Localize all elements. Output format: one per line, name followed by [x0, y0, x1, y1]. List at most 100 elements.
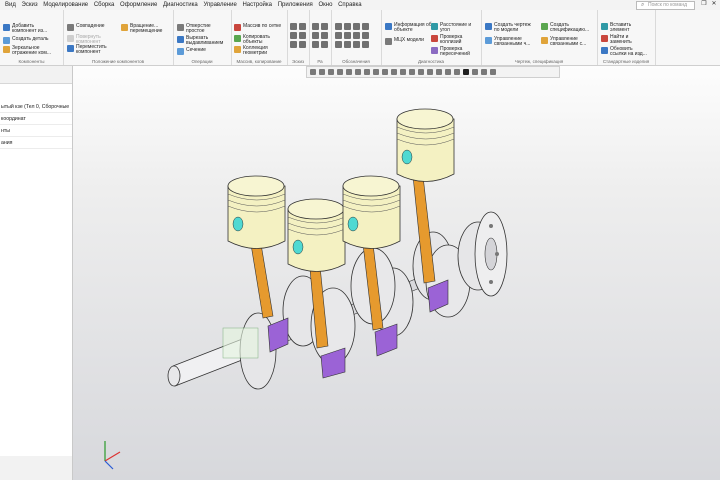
annotation-tool-icon[interactable]: [362, 32, 369, 39]
object-info-button[interactable]: Информация об объекте: [385, 23, 432, 33]
ra-tool-icon[interactable]: [321, 41, 328, 48]
annotation-tool-icon[interactable]: [344, 23, 351, 30]
coincidence-button[interactable]: Совпадение: [67, 24, 105, 31]
section-button[interactable]: Сечение: [177, 48, 206, 55]
sketch-tool-icon[interactable]: [290, 32, 297, 39]
ra-tool-icon[interactable]: [321, 32, 328, 39]
3d-viewport[interactable]: [73, 66, 720, 480]
annotation-tool-icon[interactable]: [353, 41, 360, 48]
group-title-diagnostics: Диагностика: [417, 59, 445, 64]
mirror-component-button[interactable]: Зеркальное отражение ком...: [3, 46, 51, 56]
annotation-tool-icon[interactable]: [335, 23, 342, 30]
group-ra: Ра: [309, 10, 332, 65]
ra-tool-icon[interactable]: [312, 41, 319, 48]
intersection-check-button[interactable]: Проверка пересечений: [431, 47, 470, 57]
create-part-icon: [3, 37, 10, 44]
find-replace-button[interactable]: Найти и заменить: [601, 35, 632, 45]
sketch-tool-icon[interactable]: [299, 23, 306, 30]
crankshaft-assembly-model[interactable]: [73, 66, 720, 480]
annotation-tool-icon[interactable]: [335, 41, 342, 48]
distance-angle-button[interactable]: Расстояние и угол: [431, 23, 471, 33]
copy-objects-button[interactable]: Копировать объекты: [234, 35, 270, 45]
mass-properties-button[interactable]: МЦХ модели: [385, 38, 424, 45]
group-title-operations: Операции: [191, 59, 213, 64]
model-tree: ытый кзе (Тел 0, Сборочные координат нты…: [0, 84, 72, 456]
restore-icon[interactable]: ❐: [700, 0, 708, 9]
search-icon: ⌕: [641, 2, 645, 8]
command-search-input[interactable]: ⌕ Поиск по команд: [636, 1, 695, 10]
group-diagnostics: Информация об объекте МЦХ модели Расстоя…: [381, 10, 482, 65]
ra-tool-icon[interactable]: [321, 23, 328, 30]
tree-item-assembly[interactable]: ытый кзе (Тел 0, Сборочные: [0, 101, 72, 113]
close-icon[interactable]: ✕: [710, 0, 718, 9]
sketch-tool-icon[interactable]: [290, 41, 297, 48]
cut-extrude-button[interactable]: Вырезать выдавливанием: [177, 36, 223, 46]
menu-view[interactable]: Вид: [3, 0, 18, 10]
manage-specifications-button[interactable]: Управление связанными с...: [541, 37, 586, 47]
tree-item-components[interactable]: нты: [0, 125, 72, 137]
annotation-tool-icon[interactable]: [353, 23, 360, 30]
menu-diagnostics[interactable]: Диагностика: [161, 0, 200, 10]
piston-3[interactable]: [342, 175, 401, 249]
group-sketch: Эскиз: [287, 10, 310, 65]
move-component-button[interactable]: Переместить компонент: [67, 45, 107, 55]
create-part-button[interactable]: Создать деталь: [3, 37, 48, 44]
menu-bar: Вид Эскиз Моделирование Сборка Оформлени…: [0, 0, 720, 10]
tree-item-coordinates[interactable]: координат: [0, 113, 72, 125]
find-replace-icon: [601, 35, 608, 42]
piston-1[interactable]: [227, 175, 286, 249]
sketch-tool-icon[interactable]: [299, 41, 306, 48]
menu-help[interactable]: Справка: [336, 0, 364, 10]
insert-icon: [601, 23, 608, 30]
manage-drawings-button[interactable]: Управление связанными ч...: [485, 37, 530, 47]
add-component-button[interactable]: Добавить компонент из...: [3, 24, 47, 34]
copy-icon: [234, 35, 241, 42]
collision-check-button[interactable]: Проверка коллизий: [431, 35, 462, 45]
piston-4[interactable]: [396, 108, 455, 182]
grid-array-button[interactable]: Массив по сетке: [234, 24, 281, 31]
sketch-tool-icon[interactable]: [299, 32, 306, 39]
annotation-tool-icon[interactable]: [344, 41, 351, 48]
annotation-tool-icon[interactable]: [362, 23, 369, 30]
insert-element-button[interactable]: Вставить элемент: [601, 23, 631, 33]
piston-2[interactable]: [287, 198, 346, 272]
rotation-icon: [121, 24, 128, 31]
menu-modeling[interactable]: Моделирование: [41, 0, 90, 10]
info-icon: [385, 23, 392, 30]
menu-sketch[interactable]: Эскиз: [20, 0, 40, 10]
group-title-position: Положение компонентов: [92, 59, 144, 64]
group-title-standard: Стандартные изделия: [602, 59, 650, 64]
sketch-tool-icon[interactable]: [290, 23, 297, 30]
menu-management[interactable]: Управление: [201, 0, 238, 10]
create-specification-button[interactable]: Создать спецификацию...: [541, 23, 589, 33]
create-drawing-button[interactable]: Создать чертеж по модели: [485, 23, 531, 33]
group-copy: Массив по сетке Копировать объекты Колле…: [231, 10, 288, 65]
geometry-collection-button[interactable]: Коллекция геометрии: [234, 46, 268, 56]
menu-drafting[interactable]: Оформление: [118, 0, 159, 10]
collection-icon: [234, 46, 241, 53]
ra-tools: [312, 23, 328, 48]
section-icon: [177, 48, 184, 55]
distance-icon: [431, 23, 438, 30]
ra-tool-icon[interactable]: [312, 32, 319, 39]
group-title-annotations: Обозначения: [342, 59, 370, 64]
rotation-move-button[interactable]: Вращение... перемещение: [121, 24, 162, 34]
rotate-component-button[interactable]: Повернуть компонент: [67, 35, 101, 45]
annotation-tool-icon[interactable]: [353, 32, 360, 39]
menu-window[interactable]: Окно: [316, 0, 334, 10]
group-title-copy: Массив, копирование: [236, 59, 282, 64]
menu-apps[interactable]: Приложения: [276, 0, 315, 10]
mirror-icon: [3, 46, 10, 53]
tree-filter-bar[interactable]: [0, 66, 72, 84]
simple-hole-button[interactable]: Отверстие простое: [177, 24, 211, 34]
annotation-tool-icon[interactable]: [335, 32, 342, 39]
update-links-button[interactable]: Обновить ссылки на изд...: [601, 47, 647, 57]
annotation-tool-icon[interactable]: [344, 32, 351, 39]
annotation-tool-icon[interactable]: [362, 41, 369, 48]
menu-assembly[interactable]: Сборка: [92, 0, 117, 10]
ra-tool-icon[interactable]: [312, 23, 319, 30]
group-title-components: Компоненты: [18, 59, 45, 64]
menu-settings[interactable]: Настройка: [240, 0, 274, 10]
group-title-ra: Ра: [317, 59, 323, 64]
tree-item-conditions[interactable]: ания: [0, 137, 72, 149]
